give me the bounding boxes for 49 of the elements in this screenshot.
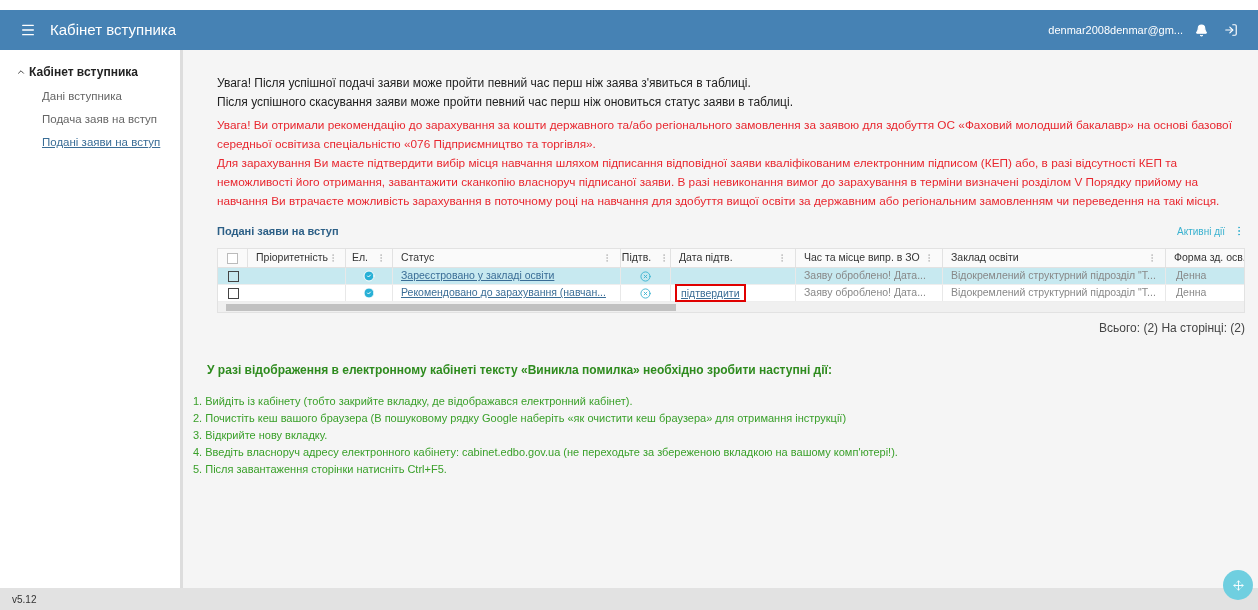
help-step: 2. Почистіть кеш вашого браузера (В пошуковому рядку Google наберіть «як очистити кеш браузера» для отримання інструкції) [193,410,1245,427]
column-header[interactable]: Форма зд. осв. [1174,250,1244,266]
warning-text: Увага! Ви отримали рекомендацію до зарахування за кошти державного та/або регіонального замовлення за заявою для здобуття ОС «Фаховий молодший бакалавр» на основі базової середньої освітиза спеціальністю «076 Підприємництво та торгівля». [217,117,1233,153]
help-step: 1. Вийдіть із кабінету (тобто закрийте вкладку, де відображався електронний кабінет). [193,393,1245,410]
table-cell: Заяву оброблено! Дата... [804,268,926,284]
help-step: 3. Відкрийте нову вкладку. [193,427,1245,444]
app-title: Кабінет вступника [50,19,177,40]
floating-action-button[interactable] [1223,570,1253,600]
column-header[interactable]: Пріоритетність [256,250,328,266]
sidebar-item[interactable]: Дані вступника [42,87,180,105]
help-step: 4. Введіть власноруч адресу електронного кабінету: cabinet.edbo.gov.ua (не переходьте за збереженою вкладкою на вашому комп'ютері!). [193,444,1245,461]
table-cell: Відокремлений структурний підрозділ "Т... [951,285,1156,301]
select-all-checkbox[interactable] [227,252,238,264]
table-cell: Відокремлений структурний підрозділ "Т... [951,268,1156,284]
table-cell: Денна [1176,268,1207,284]
menu-icon[interactable] [20,22,36,38]
sidebar-section[interactable]: Кабінет вступника [16,63,139,81]
column-header[interactable]: Заклад освіти [951,250,1019,266]
help-step: 5. Після завантаження сторінки натисніть Ctrl+F5. [193,461,1245,478]
version-text: v5.12 [12,592,37,607]
table-row[interactable]: Зареєстровано у закладі освіти Заяву оброблено! Дата... Відокремлений структурний підрозділ "Т... Денна [218,268,1244,285]
table-title: Подані заяви на вступ [217,223,339,239]
column-header[interactable]: Ел. [351,250,369,266]
sidebar-item[interactable]: Подані заяви на вступ [42,133,180,151]
column-header[interactable]: Дата підтв. [679,250,733,266]
chevron-up-icon [16,67,26,77]
logout-icon[interactable] [1224,23,1238,37]
confirm-link[interactable]: підтвердити [675,284,746,302]
scrollbar-thumb[interactable] [226,303,676,311]
bell-icon[interactable] [1195,23,1208,37]
table-cell: Заяву оброблено! Дата... [804,285,926,301]
status-link[interactable]: Зареєстровано у закладі освіти [401,268,555,284]
move-icon [1232,579,1244,591]
warning-text: Для зарахування Ви маєте підтвердити вибір місця навчання шляхом підписання відповідної заяви кваліфікованим електронним підписом (КЕП) або, в разі відсутності КЕП та неможливості його отримання, завантажити сканкопію власноруч підписаної заяви. В разі невиконання вимог до зарахування в терміни визначені розділом V Порядку прийому на навчання Ви втрачаєте можливість зарахування в поточному році на навчання для здобуття вищої освіти за державним або регіональним замовленням чи переведення на такі місця. [217,155,1221,210]
help-heading: У разі відображення в електронному кабінеті тексту «Виникла помилка» необхідно зробити наступні дії: [207,362,833,379]
notice-text: Після успішного скасування заяви може пройти певний час перш ніж оновиться статус заяви в таблиці. [217,94,794,111]
column-header[interactable]: Час та місце випр. в ЗО [804,250,920,266]
column-header[interactable]: Підтв. [621,250,652,266]
horizontal-scrollbar[interactable] [218,302,1244,312]
table-row[interactable]: Рекомендовано до зарахування (навчан... підтвердити Заяву оброблено! Дата... Відокремлений структурний підрозділ "Т... Денна [218,285,1244,302]
column-header[interactable]: Статус [401,250,435,266]
sidebar-item[interactable]: Подача заяв на вступ [42,110,180,128]
table-cell: Денна [1176,285,1207,301]
user-email[interactable]: denmar2008denmar@gm... [1048,21,1183,39]
status-link[interactable]: Рекомендовано до зарахування (навчан... [401,285,606,301]
row-checkbox[interactable] [227,287,239,299]
notice-text: Увага! Після успішної подачі заяви може пройти певний час перш ніж заява з'явиться в таблиці. [217,75,752,92]
row-checkbox[interactable] [227,270,239,282]
table-summary: Всього: (2) На сторінці: (2) [1099,320,1245,337]
